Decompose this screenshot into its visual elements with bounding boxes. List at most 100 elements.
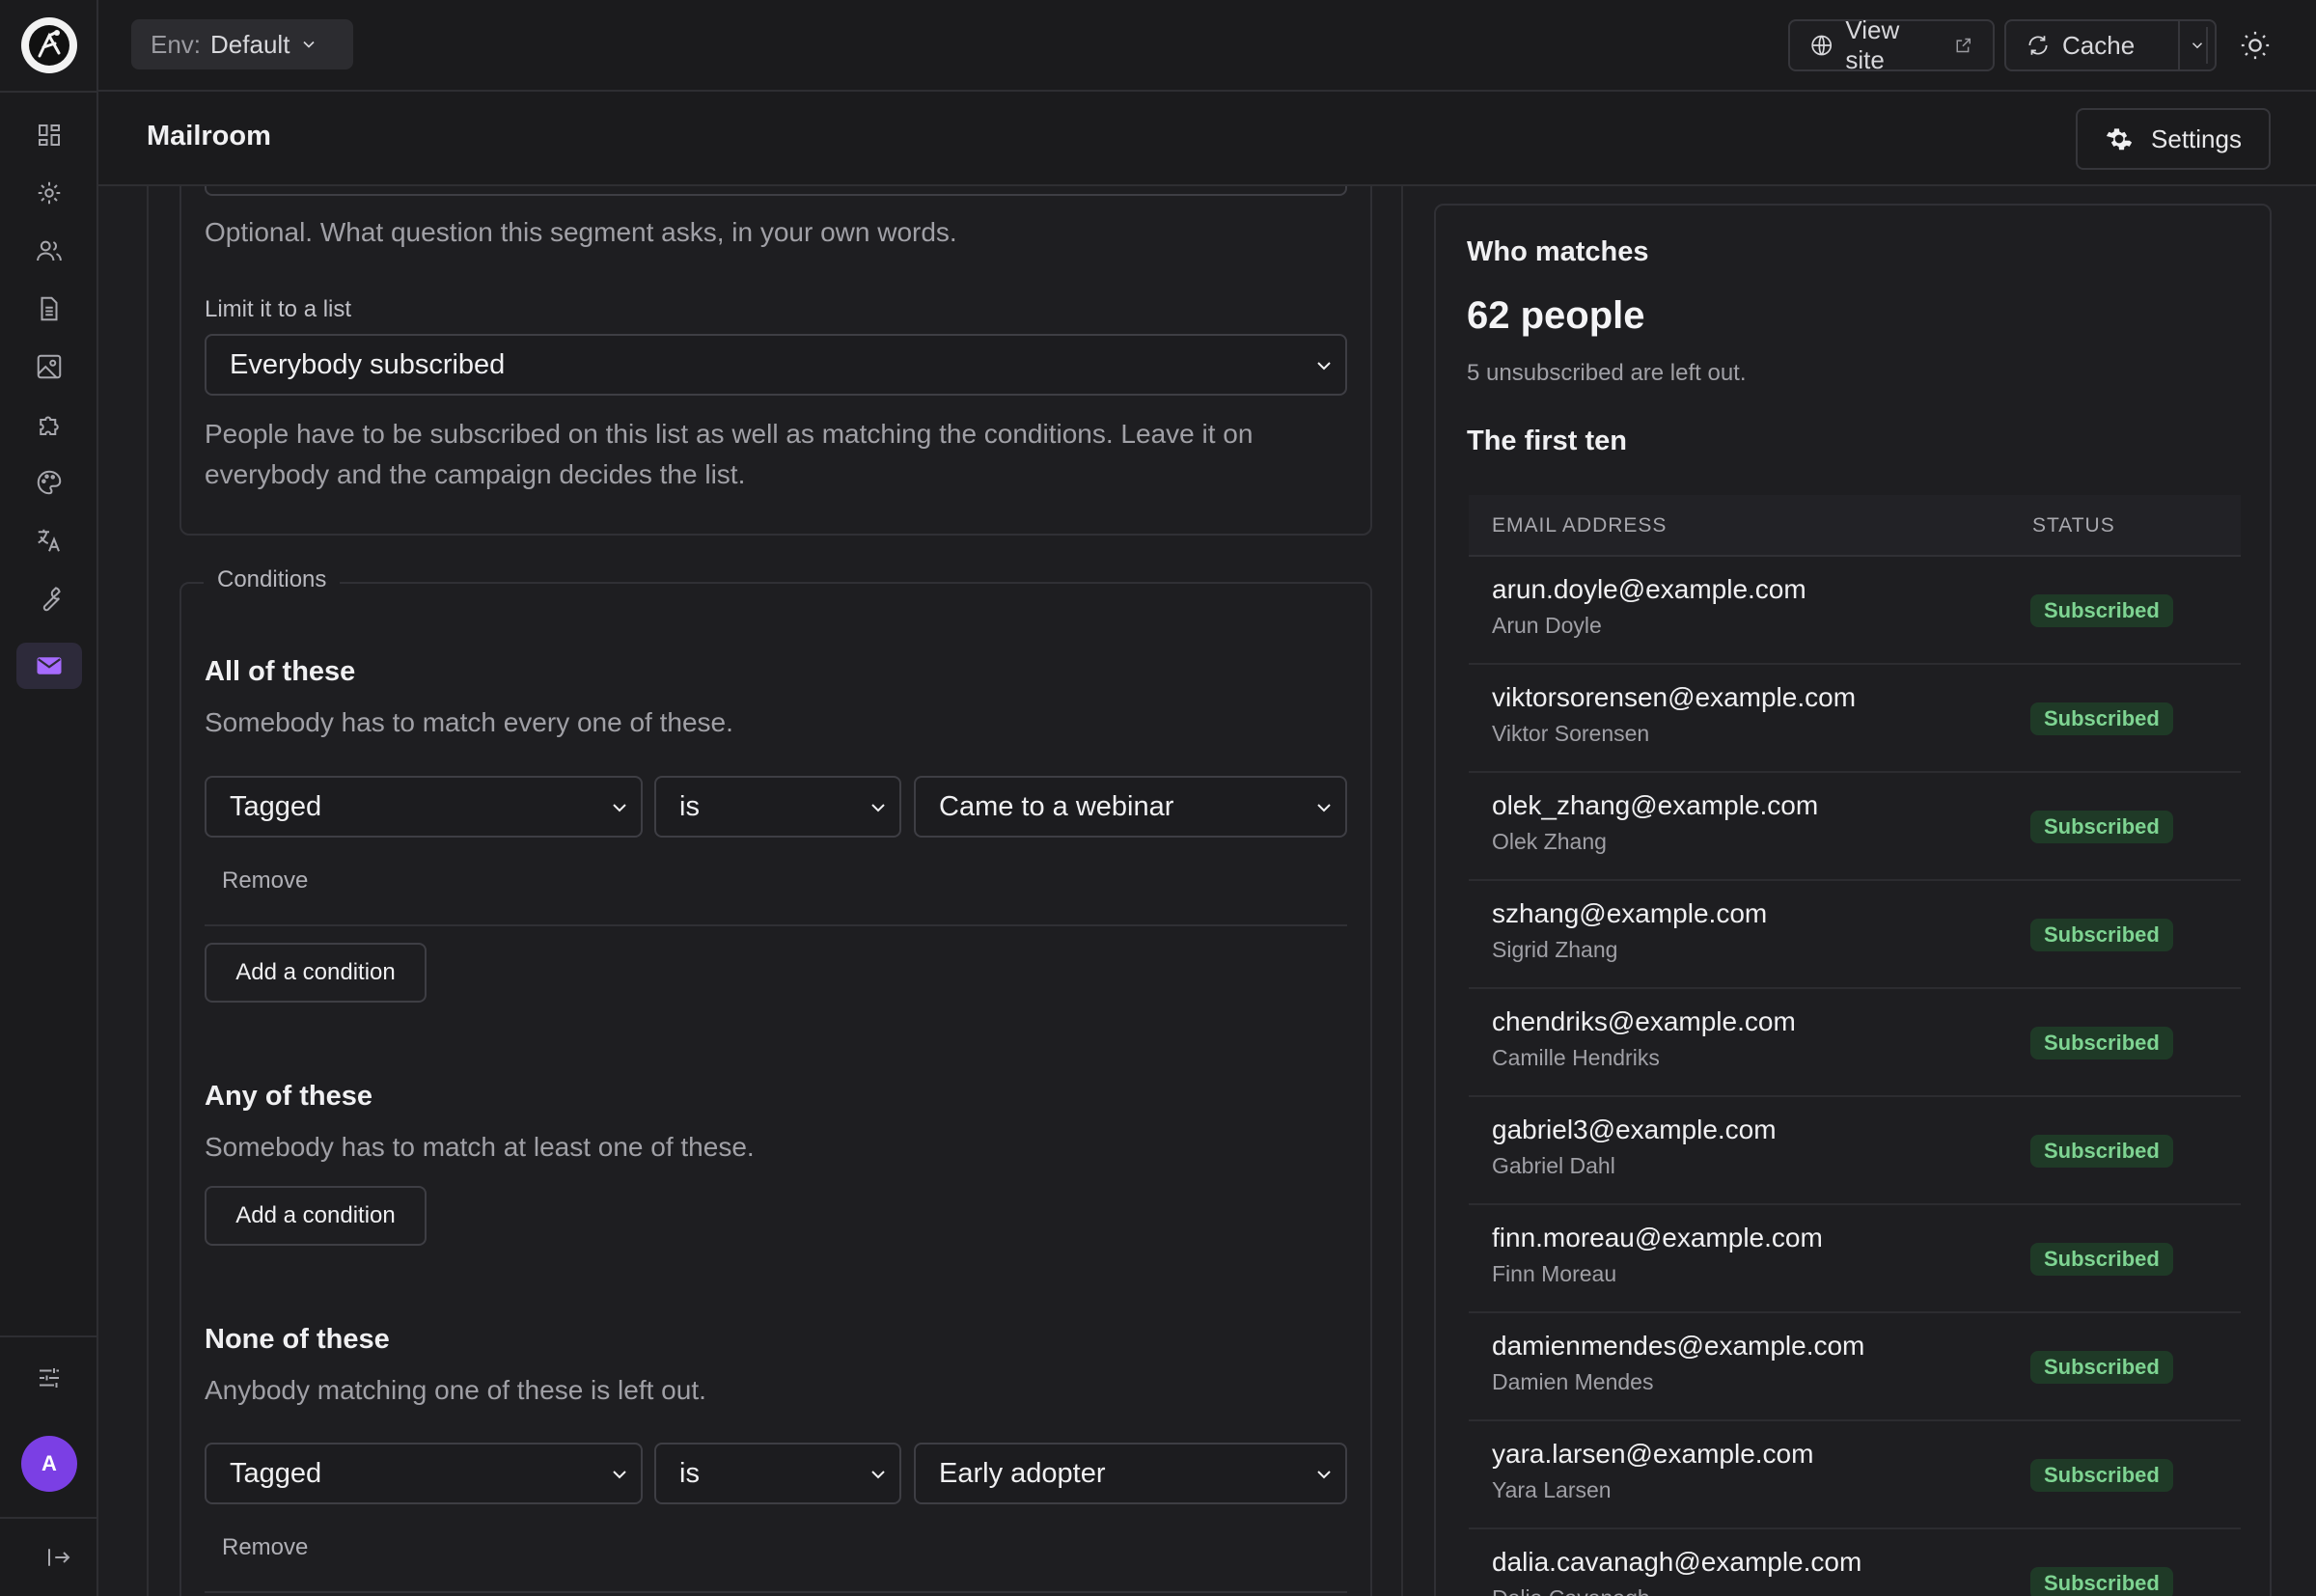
sidebar-divider — [0, 1517, 98, 1519]
table-row[interactable]: arun.doyle@example.com Arun Doyle Subscr… — [1469, 557, 2241, 665]
document-icon — [41, 296, 58, 321]
main-content: Optional. What question this segment ask… — [98, 186, 2316, 1596]
all-op-select[interactable]: is — [654, 776, 901, 838]
column-border — [1401, 186, 1403, 1596]
table-row[interactable]: yara.larsen@example.com Yara Larsen Subs… — [1469, 1421, 2241, 1529]
all-add-condition-button[interactable]: Add a condition — [205, 943, 427, 1003]
status-badge: Subscribed — [2030, 1567, 2173, 1596]
nav-users[interactable] — [16, 228, 82, 274]
palette-icon — [37, 470, 62, 495]
all-field-select[interactable]: Tagged — [205, 776, 643, 838]
first-ten-title: The first ten — [1467, 426, 1627, 456]
table-row[interactable]: finn.moreau@example.com Finn Moreau Subs… — [1469, 1205, 2241, 1313]
nav-themes[interactable] — [16, 459, 82, 506]
all-op-value: is — [679, 790, 700, 822]
page-title: Mailroom — [147, 121, 271, 151]
all-field-value: Tagged — [230, 790, 322, 822]
translate-icon — [38, 529, 60, 552]
status-badge: Subscribed — [2030, 1459, 2173, 1492]
table-row[interactable]: gabriel3@example.com Gabriel Dahl Subscr… — [1469, 1097, 2241, 1205]
table-row[interactable]: damienmendes@example.com Damien Mendes S… — [1469, 1313, 2241, 1421]
row-name: Dalia Cavanagh — [1492, 1585, 1650, 1596]
none-op-select[interactable]: is — [654, 1443, 901, 1504]
all-value-select[interactable]: Came to a webinar — [914, 776, 1347, 838]
cache-button[interactable]: Cache — [2004, 19, 2180, 71]
all-desc: Somebody has to match every one of these… — [205, 707, 733, 737]
table-row[interactable]: chendriks@example.com Camille Hendriks S… — [1469, 989, 2241, 1097]
match-count: 62 people — [1467, 294, 1645, 337]
list-select-value: Everybody subscribed — [230, 348, 506, 380]
status-badge: Subscribed — [2030, 702, 2173, 735]
sun-icon — [2241, 31, 2270, 60]
row-name: Finn Moreau — [1492, 1261, 1617, 1286]
nav-mailroom[interactable] — [16, 643, 82, 689]
table-row[interactable]: olek_zhang@example.com Olek Zhang Subscr… — [1469, 773, 2241, 881]
table-row[interactable]: dalia.cavanagh@example.com Dalia Cavanag… — [1469, 1529, 2241, 1596]
row-email: damienmendes@example.com — [1492, 1331, 1865, 1361]
list-label: Limit it to a list — [205, 296, 352, 322]
row-email: olek_zhang@example.com — [1492, 790, 1819, 820]
theme-toggle[interactable] — [2239, 29, 2274, 64]
divider — [205, 1591, 1347, 1593]
settings-button[interactable]: Settings — [2076, 108, 2271, 170]
none-desc: Anybody matching one of these is left ou… — [205, 1375, 706, 1405]
status-badge: Subscribed — [2030, 1243, 2173, 1276]
wrench-icon — [42, 587, 61, 612]
gear-icon — [38, 181, 61, 205]
status-badge: Subscribed — [2030, 1351, 2173, 1384]
chevron-down-icon — [303, 41, 316, 48]
nav-dashboard[interactable] — [16, 112, 82, 158]
view-site-button[interactable]: View site — [1788, 15, 1995, 74]
all-remove-button[interactable]: Remove — [222, 867, 308, 894]
row-email: arun.doyle@example.com — [1492, 574, 1806, 604]
none-field-select[interactable]: Tagged — [205, 1443, 643, 1504]
row-email: gabriel3@example.com — [1492, 1114, 1777, 1144]
app-logo[interactable] — [21, 17, 77, 73]
chevron-down-icon — [613, 804, 626, 812]
who-matches-title: Who matches — [1467, 236, 1649, 267]
row-email: chendriks@example.com — [1492, 1006, 1796, 1036]
none-value-select[interactable]: Early adopter — [914, 1443, 1347, 1504]
nav-plugins[interactable] — [16, 401, 82, 448]
nav-translations[interactable] — [16, 517, 82, 564]
chevron-down-icon — [871, 1471, 885, 1479]
none-remove-button[interactable]: Remove — [222, 1534, 308, 1561]
logo-icon — [29, 25, 69, 66]
any-add-condition-button[interactable]: Add a condition — [205, 1186, 427, 1246]
row-email: finn.moreau@example.com — [1492, 1223, 1823, 1252]
row-name: Arun Doyle — [1492, 613, 1602, 638]
sliders-icon — [40, 1368, 59, 1388]
nav-settings[interactable] — [16, 170, 82, 216]
env-selector[interactable]: Env: Default — [131, 19, 353, 69]
puzzle-icon — [40, 416, 59, 435]
table-row[interactable]: viktorsorensen@example.com Viktor Sorens… — [1469, 665, 2241, 773]
list-help: People have to be subscribed on this lis… — [205, 419, 1254, 489]
sidebar-divider — [0, 1335, 98, 1337]
nav-documents[interactable] — [16, 286, 82, 332]
none-value-value: Early adopter — [939, 1457, 1106, 1489]
question-hint: Optional. What question this segment ask… — [205, 217, 957, 247]
status-badge: Subscribed — [2030, 1135, 2173, 1168]
avatar[interactable]: A — [21, 1436, 77, 1492]
none-title: None of these — [205, 1324, 390, 1355]
table-row[interactable]: szhang@example.com Sigrid Zhang Subscrib… — [1469, 881, 2241, 989]
collapse-sidebar-button[interactable] — [26, 1534, 92, 1581]
divider — [205, 924, 1347, 926]
table-header: EMAIL ADDRESS STATUS — [1469, 495, 2241, 557]
row-email: yara.larsen@example.com — [1492, 1439, 1814, 1469]
image-icon — [37, 354, 62, 379]
chevron-down-icon — [2192, 42, 2203, 49]
row-name: Olek Zhang — [1492, 829, 1607, 854]
cache-menu-button[interactable] — [2178, 19, 2217, 71]
all-title: All of these — [205, 656, 356, 687]
nav-media[interactable] — [16, 344, 82, 390]
globe-icon — [1811, 35, 1833, 56]
question-input[interactable] — [205, 186, 1347, 196]
unsubscribed-note: 5 unsubscribed are left out. — [1467, 360, 1747, 386]
nav-tools[interactable] — [16, 575, 82, 621]
nav-preferences[interactable] — [16, 1355, 82, 1401]
sidebar-divider — [0, 91, 98, 93]
list-select[interactable]: Everybody subscribed — [205, 334, 1347, 396]
external-link-icon — [1956, 38, 1971, 53]
topbar: Env: Default View site Cache — [98, 0, 2316, 92]
